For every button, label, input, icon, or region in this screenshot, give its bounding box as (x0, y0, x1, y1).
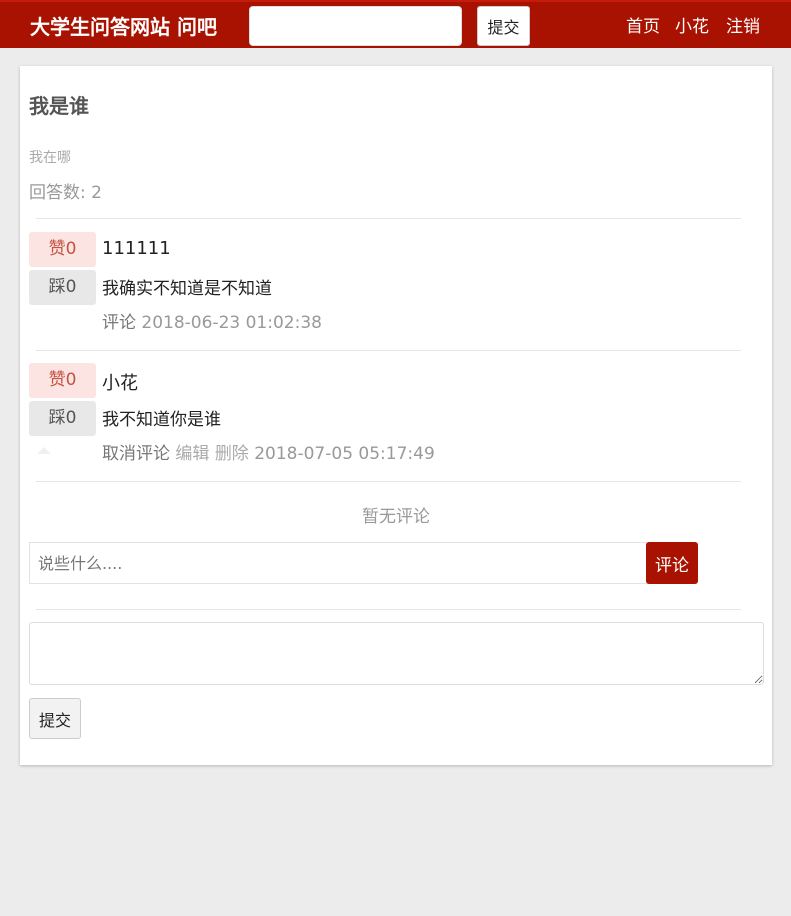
search-input[interactable] (249, 6, 462, 46)
caret-up-icon (37, 447, 51, 454)
top-navbar: 大学生问答网站 问吧 提交 首页 小花 注销 (0, 0, 791, 48)
dislike-button[interactable]: 踩0 (29, 270, 96, 305)
divider (36, 481, 741, 482)
answer-timestamp: 2018-06-23 01:02:38 (141, 313, 322, 333)
question-description: 我在哪 (29, 150, 71, 166)
answer-text: 我不知道你是谁 (102, 410, 221, 430)
delete-link[interactable]: 删除 (215, 444, 249, 464)
divider (36, 350, 741, 351)
answer-meta: 评论 2018-06-23 01:02:38 (102, 308, 322, 333)
answer-count: 回答数: 2 (29, 183, 102, 203)
answer-textarea[interactable] (29, 622, 764, 685)
question-title: 我是谁 (29, 94, 89, 118)
dislike-button[interactable]: 踩0 (29, 401, 96, 436)
divider (36, 218, 741, 219)
cancel-comment-link[interactable]: 取消评论 (102, 444, 170, 464)
answer-author: 111111 (102, 238, 171, 259)
divider (36, 609, 741, 610)
nav-link-home[interactable]: 首页 (626, 12, 660, 37)
answer-text: 我确实不知道是不知道 (102, 279, 272, 299)
answer-timestamp: 2018-07-05 05:17:49 (254, 444, 435, 464)
comment-submit-button[interactable]: 评论 (646, 542, 698, 584)
nav-link-user[interactable]: 小花 (675, 12, 709, 37)
no-comments-text: 暂无评论 (362, 507, 430, 527)
like-button[interactable]: 赞0 (29, 363, 96, 398)
question-card: 我是谁 我在哪 回答数: 2 赞0 踩0 111111 我确实不知道是不知道 评… (20, 66, 772, 765)
search-submit-button[interactable]: 提交 (477, 6, 530, 46)
comment-input[interactable] (29, 542, 647, 584)
edit-link[interactable]: 编辑 (175, 444, 209, 464)
answer-author: 小花 (102, 373, 138, 394)
site-brand[interactable]: 大学生问答网站 问吧 (30, 11, 217, 40)
answer-submit-button[interactable]: 提交 (29, 698, 81, 739)
like-button[interactable]: 赞0 (29, 232, 96, 267)
nav-link-logout[interactable]: 注销 (726, 12, 760, 37)
answer-meta: 取消评论 编辑 删除 2018-07-05 05:17:49 (102, 439, 435, 464)
comment-link[interactable]: 评论 (102, 313, 136, 333)
